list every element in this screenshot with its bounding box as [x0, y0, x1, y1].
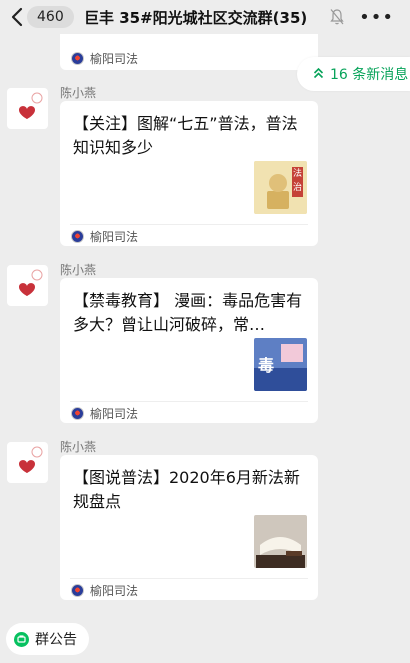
source-logo-icon [71, 407, 84, 420]
message-card-1[interactable]: 【关注】图解“七五”普法，普法知识知多少 法治 榆阳司法 [60, 101, 318, 246]
new-messages-label: 16 条新消息 [330, 67, 409, 83]
message-card-2[interactable]: 【禁毒教育】 漫画：毒品危害有多大？曾让山河破碎，常… 毒 榆阳司法 [60, 278, 318, 423]
message-source: 榆阳司法 [71, 582, 138, 599]
source-name: 榆阳司法 [90, 584, 139, 598]
group-notice-label: 群公告 [35, 632, 77, 648]
new-messages-button[interactable]: 16 条新消息 [297, 57, 410, 91]
heart-avatar-icon [19, 269, 43, 296]
sender-name: 陈小燕 [60, 86, 97, 100]
source-logo-icon [71, 52, 84, 65]
announcement-icon [14, 631, 29, 647]
source-name: 榆阳司法 [90, 407, 139, 421]
message-card-0[interactable]: 榆阳司法 [60, 34, 318, 70]
message-source: 榆阳司法 [71, 405, 138, 422]
avatar[interactable] [7, 88, 48, 129]
avatar[interactable] [7, 442, 48, 483]
message-source: 榆阳司法 [71, 228, 138, 245]
message-title: 【关注】图解“七五”普法，普法知识知多少 [73, 114, 298, 157]
more-options-button[interactable]: ••• [359, 7, 394, 28]
double-chevron-up-icon [313, 67, 324, 82]
heart-avatar-icon [19, 92, 43, 119]
sender-name: 陈小燕 [60, 263, 97, 277]
book-gavel-image [254, 515, 307, 568]
thumbnail-text: 法治 [292, 169, 302, 193]
source-logo-icon [71, 230, 84, 243]
message-source: 榆阳司法 [71, 50, 138, 67]
source-name: 榆阳司法 [90, 52, 139, 66]
message-card-3[interactable]: 【图说普法】2020年6月新法新规盘点 榆阳司法 [60, 455, 318, 600]
chat-title: 巨丰 35#阳光城社区交流群(35) [84, 9, 308, 27]
thumbnail-text: 毒 [258, 356, 275, 375]
heart-avatar-icon [19, 446, 43, 473]
message-thumbnail: 法治 [254, 161, 307, 214]
chevron-left-icon [11, 7, 23, 27]
back-button[interactable] [8, 6, 26, 28]
chat-header: 460 巨丰 35#阳光城社区交流群(35) ••• [0, 0, 410, 34]
bottom-bar: 群公告 [0, 615, 410, 663]
message-title: 【禁毒教育】 漫画：毒品危害有多大？曾让山河破碎，常… [73, 291, 303, 334]
group-notice-button[interactable]: 群公告 [6, 623, 89, 655]
message-thumbnail [254, 515, 307, 568]
unread-count-badge[interactable]: 460 [27, 6, 74, 28]
divider [70, 578, 308, 579]
bell-muted-icon [330, 9, 344, 25]
divider [70, 224, 308, 225]
source-logo-icon [71, 584, 84, 597]
source-name: 榆阳司法 [90, 230, 139, 244]
avatar[interactable] [7, 265, 48, 306]
sender-name: 陈小燕 [60, 440, 97, 454]
divider [70, 401, 308, 402]
message-title: 【图说普法】2020年6月新法新规盘点 [73, 468, 300, 511]
message-thumbnail: 毒 [254, 338, 307, 391]
